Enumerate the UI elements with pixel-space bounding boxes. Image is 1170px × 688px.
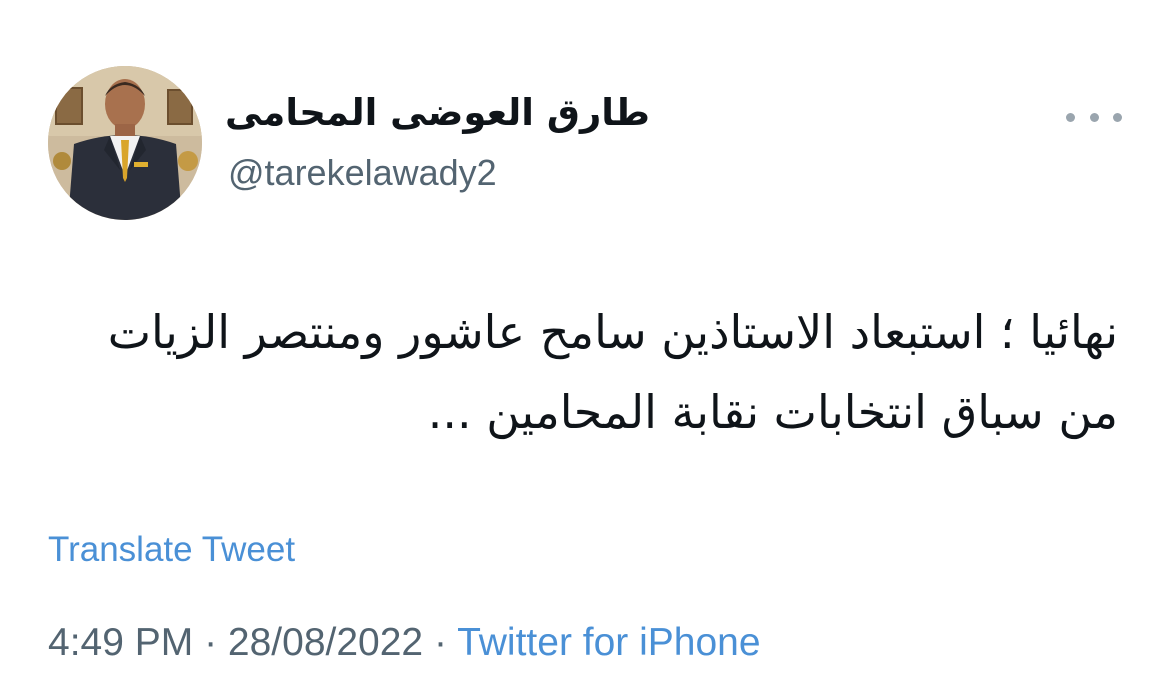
- tweet-meta: 4:49 PM · 28/08/2022 · Twitter for iPhon…: [48, 618, 761, 668]
- dot: [1089, 112, 1099, 122]
- tweet-source-link[interactable]: Twitter for iPhone: [457, 621, 760, 664]
- author-handle[interactable]: @tarekelawady2: [228, 150, 497, 196]
- meta-separator: ·: [423, 621, 458, 664]
- meta-separator: ·: [193, 621, 228, 664]
- dot: [1113, 112, 1122, 122]
- author-display-name[interactable]: طارق العوضى المحامى: [225, 88, 650, 138]
- more-options-icon[interactable]: [1066, 102, 1122, 132]
- tweet-text: نهائيا ؛ استبعاد الاستاذين سامح عاشور وم…: [107, 305, 1118, 439]
- profile-photo-icon: [48, 66, 202, 220]
- translate-tweet-link[interactable]: Translate Tweet: [48, 528, 295, 572]
- tweet-date[interactable]: 28/08/2022: [228, 621, 423, 664]
- avatar[interactable]: [48, 66, 202, 220]
- tweet-time[interactable]: 4:49 PM: [48, 621, 193, 664]
- dot: [1066, 112, 1075, 122]
